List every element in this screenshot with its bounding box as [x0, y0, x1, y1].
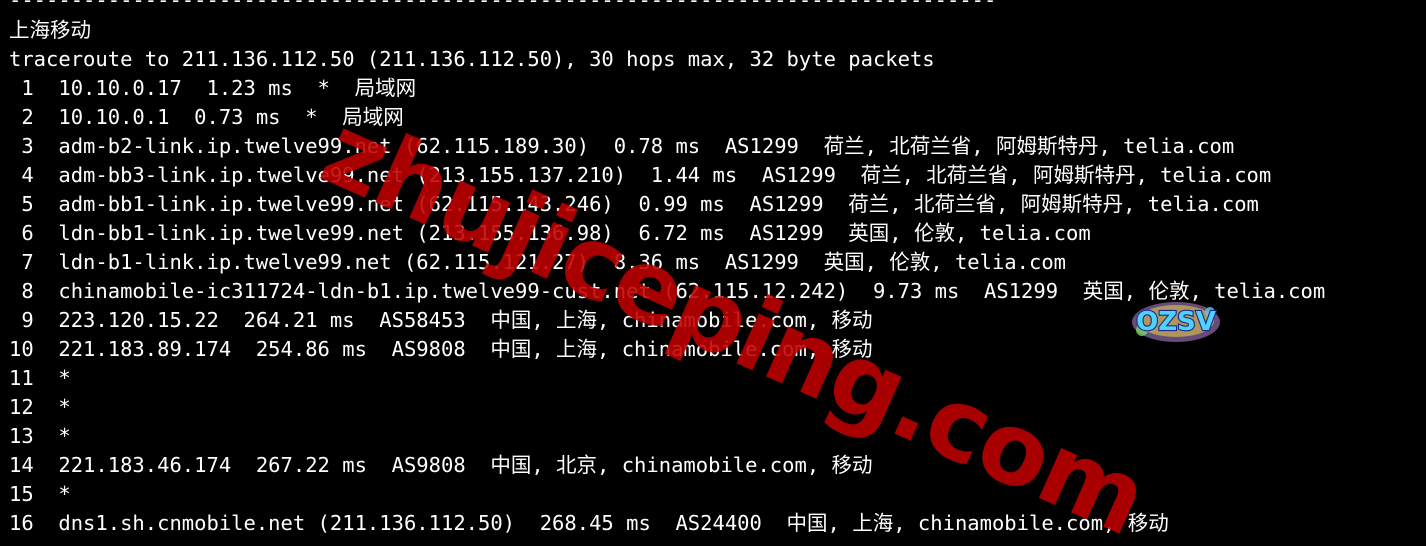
- hop-line: 13 *: [9, 424, 71, 448]
- hop-line: 4 adm-bb3-link.ip.twelve99.net (213.155.…: [9, 163, 1272, 187]
- hop-line: 14 221.183.46.174 267.22 ms AS9808 中国, 北…: [9, 453, 873, 477]
- terminal-window: ----------------------------------------…: [0, 0, 1426, 546]
- traceroute-header: traceroute to 211.136.112.50 (211.136.11…: [9, 47, 935, 71]
- hop-line: 6 ldn-bb1-link.ip.twelve99.net (213.155.…: [9, 221, 1091, 245]
- ozsv-logo-text: OZSV: [1136, 307, 1216, 337]
- hop-line: 11 *: [9, 366, 71, 390]
- hop-line: 2 10.10.0.1 0.73 ms * 局域网: [9, 105, 404, 129]
- ozsv-logo-icon: OZSV: [1128, 296, 1224, 346]
- hop-line: 3 adm-b2-link.ip.twelve99.net (62.115.18…: [9, 134, 1235, 158]
- separator-line: ----------------------------------------…: [9, 0, 997, 12]
- hop-line: 7 ldn-b1-link.ip.twelve99.net (62.115.12…: [9, 250, 1067, 274]
- hop-line: 9 223.120.15.22 264.21 ms AS58453 中国, 上海…: [9, 308, 873, 332]
- hop-line: 15 *: [9, 482, 71, 506]
- hop-line: 5 adm-bb1-link.ip.twelve99.net (62.115.1…: [9, 192, 1259, 216]
- hop-line: 16 dns1.sh.cnmobile.net (211.136.112.50)…: [9, 511, 1169, 535]
- hop-line: 12 *: [9, 395, 71, 419]
- hop-line: 10 221.183.89.174 254.86 ms AS9808 中国, 上…: [9, 337, 873, 361]
- hop-line: 1 10.10.0.17 1.23 ms * 局域网: [9, 76, 417, 100]
- location-title: 上海移动: [9, 18, 91, 42]
